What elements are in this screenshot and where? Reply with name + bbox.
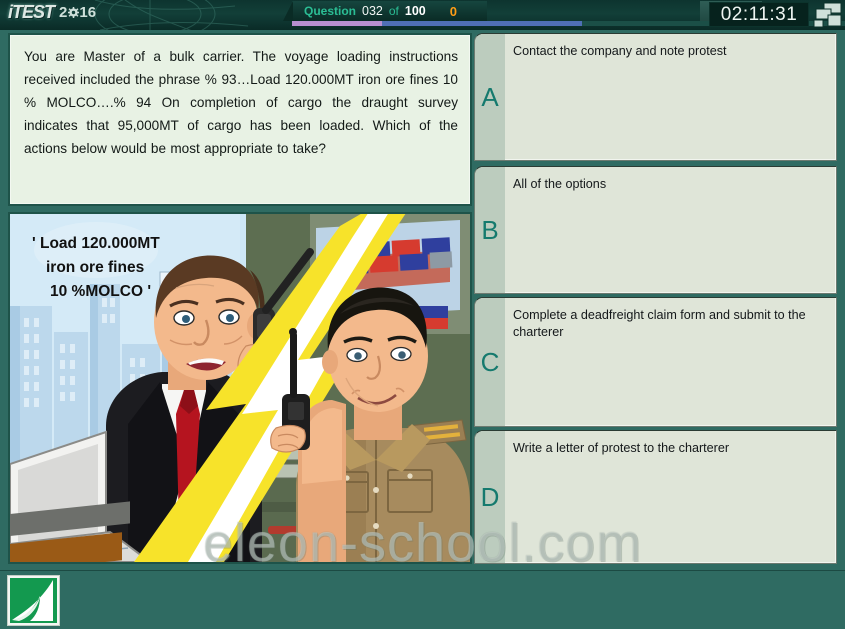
- answer-option-b[interactable]: B All of the options: [474, 166, 837, 294]
- app-logo: iTEST 2 16: [8, 2, 96, 23]
- option-text-c: Complete a deadfreight claim form and su…: [513, 308, 806, 339]
- question-label: Question: [304, 4, 357, 18]
- logo-year-rest: 16: [79, 4, 97, 21]
- timer-value: 02:11:31: [720, 3, 798, 25]
- option-letter-b: B: [475, 167, 505, 293]
- question-illustration[interactable]: ' Load 120.000MT iron ore fines 10 %MOLC…: [8, 212, 472, 564]
- svg-text:' Load 120.000MT: ' Load 120.000MT: [32, 235, 160, 252]
- score-value: 0: [449, 3, 457, 19]
- answer-option-c[interactable]: C Complete a deadfreight claim form and …: [474, 297, 837, 427]
- countdown-timer: 02:11:31: [709, 2, 809, 27]
- svg-text:10 %MOLCO ': 10 %MOLCO ': [50, 283, 151, 300]
- gear-icon: [67, 7, 79, 18]
- test-application-window: iTEST 2 16 Question 032 of 100 0 02:11:3…: [0, 0, 845, 629]
- option-letter-c: C: [475, 298, 505, 426]
- option-letter-d: D: [475, 431, 505, 563]
- answer-option-d[interactable]: D Write a letter of protest to the chart…: [474, 430, 837, 564]
- question-text: You are Master of a bulk carrier. The vo…: [24, 49, 458, 156]
- svg-text:iron ore fines: iron ore fines: [46, 259, 144, 276]
- eleon-school-logo[interactable]: [7, 575, 60, 626]
- question-panel: You are Master of a bulk carrier. The vo…: [8, 33, 472, 206]
- question-of-label: of: [388, 4, 399, 18]
- option-text-d: Write a letter of protest to the charter…: [513, 441, 730, 455]
- logo-year-first: 2: [59, 4, 68, 21]
- app-header: iTEST 2 16 Question 032 of 100 0 02:11:3…: [0, 0, 845, 30]
- question-counter-bar: Question 032 of 100 0: [283, 1, 487, 21]
- logo-text: iTEST: [8, 2, 55, 22]
- answer-options-list: A Contact the company and note protest B…: [474, 33, 837, 564]
- illustration-artwork: ' Load 120.000MT iron ore fines 10 %MOLC…: [10, 214, 470, 562]
- app-footer: ZOOM IN SKIP NEXT: [0, 570, 845, 629]
- option-letter-a: A: [475, 34, 505, 160]
- logo-year: 2 16: [59, 4, 96, 21]
- answer-option-a[interactable]: A Contact the company and note protest: [474, 33, 837, 161]
- option-text-a: Contact the company and note protest: [513, 44, 727, 58]
- question-total: 100: [404, 4, 426, 18]
- counter-bar-notch: [283, 1, 293, 21]
- cascade-windows-icon[interactable]: [811, 2, 843, 28]
- question-number: 032: [362, 4, 383, 18]
- option-text-b: All of the options: [513, 177, 607, 191]
